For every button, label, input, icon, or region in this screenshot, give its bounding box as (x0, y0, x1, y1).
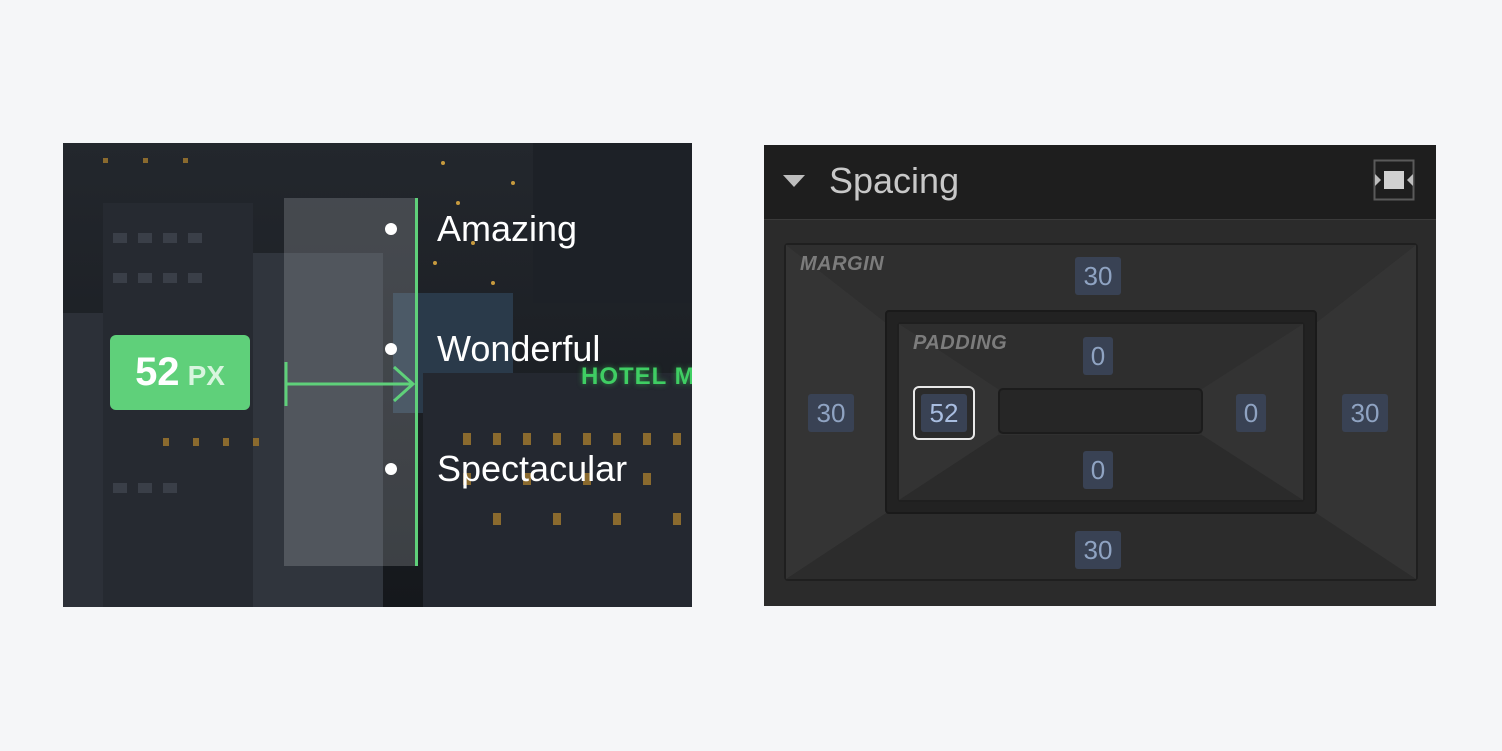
padding-right-input[interactable]: 0 (1236, 394, 1266, 432)
list-item: Spectacular (381, 443, 627, 563)
box-model-icon[interactable] (1373, 159, 1415, 201)
list-item-text: Amazing (437, 208, 578, 249)
bullet-icon (385, 463, 397, 475)
spacing-panel: Spacing MARGIN PADDING 30 30 30 30 0 0 0… (764, 145, 1436, 606)
margin-left-input[interactable]: 30 (808, 394, 854, 432)
preview-image: HOTEL METR 52 PX Amazing Wonderful Spect… (63, 143, 692, 607)
list-item: Amazing (381, 203, 627, 323)
padding-label: PADDING (913, 332, 1008, 354)
margin-bottom-input[interactable]: 30 (1075, 531, 1121, 569)
bullet-list: Amazing Wonderful Spectacular (381, 203, 627, 563)
badge-value: 52 (135, 350, 180, 394)
margin-right-input[interactable]: 30 (1342, 394, 1388, 432)
list-item: Wonderful (381, 323, 627, 443)
list-item-text: Spectacular (437, 448, 628, 489)
margin-label: MARGIN (800, 253, 885, 275)
padding-left-input[interactable]: 52 (913, 386, 975, 440)
padding-bottom-input[interactable]: 0 (1083, 451, 1113, 489)
list-item-text: Wonderful (437, 328, 601, 369)
padding-top-input[interactable]: 0 (1083, 337, 1113, 375)
panel-header[interactable]: Spacing (764, 145, 1436, 220)
margin-top-input[interactable]: 30 (1075, 257, 1121, 295)
panel-title: Spacing (829, 160, 960, 201)
caret-down-icon[interactable] (783, 175, 805, 187)
padding-value-badge: 52 PX (110, 335, 250, 410)
bullet-icon (385, 343, 397, 355)
badge-unit: PX (187, 360, 225, 391)
bullet-icon (385, 223, 397, 235)
padding-left-value: 52 (921, 394, 967, 432)
